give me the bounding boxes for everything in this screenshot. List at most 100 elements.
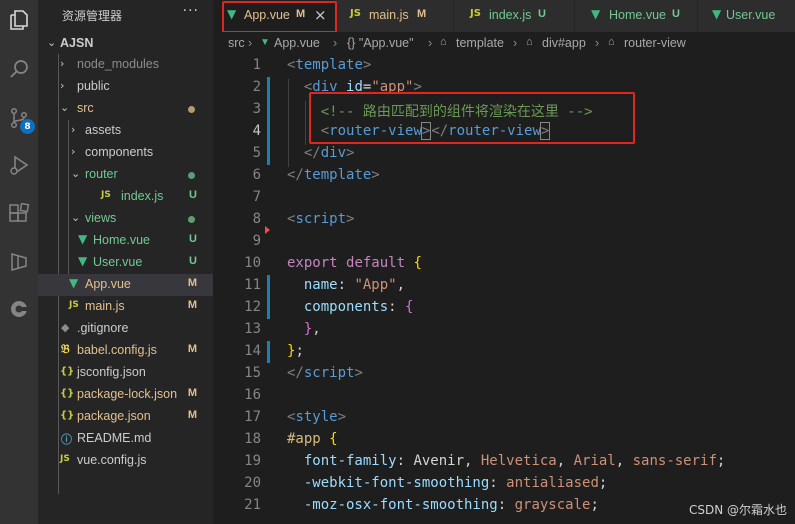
breadcrumb-item[interactable]: {} "App.vue": [347, 36, 414, 50]
git-status-badge: M: [187, 343, 197, 355]
element-icon: ⌂: [608, 36, 615, 48]
code-line: </script>: [287, 365, 363, 381]
line-number: 16: [244, 387, 261, 403]
line-number: 20: [244, 475, 261, 491]
git-status-badge: U: [189, 255, 197, 267]
remote-explorer-icon[interactable]: [7, 250, 31, 274]
tree-item-app-vue[interactable]: ▼ App.vue M: [38, 274, 213, 296]
line-number: 5: [252, 145, 261, 161]
tree-item-index-js[interactable]: JS index.js U: [38, 186, 213, 208]
code-editor[interactable]: 1 2 3 4 5 6 7 8 9 10 11 12 13 14 15 16 1…: [213, 54, 795, 524]
highlight-box-code: [309, 92, 635, 144]
tree-item-jsconfig[interactable]: {} jsconfig.json: [38, 362, 213, 384]
tree-item-label: README.md: [77, 431, 152, 445]
json-icon: {}: [60, 388, 75, 399]
tab-index-js[interactable]: JS index.js U: [454, 0, 575, 32]
tree-item-label: public: [77, 79, 110, 93]
breadcrumb-item[interactable]: div#app: [542, 36, 586, 50]
files-icon[interactable]: [7, 8, 31, 32]
tree-item-label: components: [85, 145, 154, 159]
activity-bar: 8: [0, 0, 38, 524]
js-icon: JS: [101, 190, 111, 200]
tree-item-public[interactable]: › public: [38, 76, 213, 98]
chevron-right-icon: ›: [428, 36, 433, 50]
git-status-badge: M: [187, 387, 197, 399]
tree-item-user-vue[interactable]: ▼ User.vue U: [38, 252, 213, 274]
highlight-box-tab: [222, 1, 337, 33]
tree-item-label: package.json: [77, 409, 151, 423]
tree-item-label: router: [85, 167, 118, 181]
gutter-deleted-marker: [265, 226, 270, 234]
chevron-down-icon: ⌄: [71, 211, 81, 224]
tree-item-gitignore[interactable]: ◆ .gitignore: [38, 318, 213, 340]
tree-item-label: User.vue: [93, 255, 143, 269]
chevron-right-icon: ›: [595, 36, 600, 50]
code-line: <script>: [287, 211, 355, 227]
line-number: 3: [252, 101, 261, 117]
git-status-badge: U: [672, 8, 680, 20]
chevron-down-icon: ⌄: [60, 101, 70, 114]
tree-item-label: babel.config.js: [77, 343, 157, 357]
chevron-down-icon: ⌄: [47, 36, 57, 49]
tree-item-home-vue[interactable]: ▼ Home.vue U: [38, 230, 213, 252]
more-actions-icon[interactable]: ···: [183, 3, 199, 19]
tab-home-vue[interactable]: ▼ Home.vue U: [575, 0, 698, 32]
tab-label: User.vue: [726, 8, 776, 22]
code-line: </div>: [303, 145, 355, 161]
line-number: 17: [244, 409, 261, 425]
git-status-badge: M: [417, 8, 427, 20]
tree-item-views[interactable]: ⌄ views: [38, 208, 213, 230]
element-icon: ⌂: [440, 36, 447, 48]
tree-item-vue-config[interactable]: JS vue.config.js: [38, 450, 213, 472]
tree-item-src[interactable]: ⌄ src: [38, 98, 213, 120]
tree-item-label: jsconfig.json: [77, 365, 146, 379]
explorer-root-folder[interactable]: ⌄ AJSN: [38, 33, 213, 55]
untracked-dot: [188, 216, 195, 223]
line-number: 10: [244, 255, 261, 271]
code-line: },: [303, 321, 321, 337]
tab-user-vue[interactable]: ▼ User.vue: [698, 0, 795, 32]
tree-item-label: .gitignore: [77, 321, 129, 335]
tree-item-components[interactable]: › components: [38, 142, 213, 164]
chevron-down-icon: ⌄: [71, 167, 81, 180]
chevron-right-icon: ›: [60, 57, 65, 70]
tree-item-main-js[interactable]: JS main.js M: [38, 296, 213, 318]
tree-item-router[interactable]: ⌄ router: [38, 164, 213, 186]
vue-icon: ▼: [712, 7, 722, 21]
search-icon[interactable]: [7, 57, 31, 81]
vue-icon: ▼: [591, 7, 601, 21]
tree-item-assets[interactable]: › assets: [38, 120, 213, 142]
element-icon: ⌂: [526, 36, 533, 48]
vue-icon: ▼: [260, 37, 270, 48]
tree-item-readme[interactable]: ⓘ README.md: [38, 428, 213, 450]
docker-icon[interactable]: [7, 297, 31, 321]
chevron-right-icon: ›: [513, 36, 518, 50]
untracked-dot: [188, 172, 195, 179]
git-status-badge: M: [187, 409, 197, 421]
chevron-right-icon: ›: [60, 79, 65, 92]
extensions-icon[interactable]: [7, 202, 31, 226]
git-status-badge: U: [189, 233, 197, 245]
chevron-right-icon: ›: [333, 36, 338, 50]
line-number: 19: [244, 453, 261, 469]
run-debug-icon[interactable]: [7, 153, 31, 177]
tree-item-package-json[interactable]: {} package.json M: [38, 406, 213, 428]
line-number: 8: [252, 211, 261, 227]
gutter-modified-marker: [267, 275, 270, 319]
tab-main-js[interactable]: JS main.js M: [336, 0, 454, 32]
tab-label: Home.vue: [609, 8, 666, 22]
breadcrumb-item[interactable]: router-view: [624, 36, 686, 50]
breadcrumb-item[interactable]: App.vue: [274, 36, 320, 50]
breadcrumb-item[interactable]: template: [456, 36, 504, 50]
breadcrumb-item[interactable]: src: [228, 36, 245, 50]
line-number: 2: [252, 79, 261, 95]
tree-item-node_modules[interactable]: › node_modules: [38, 54, 213, 76]
js-icon: JS: [350, 8, 361, 19]
git-status-badge: M: [187, 277, 197, 289]
tree-item-package-lock[interactable]: {} package-lock.json M: [38, 384, 213, 406]
tree-item-babel-config[interactable]: 𝔅 babel.config.js M: [38, 340, 213, 362]
line-number: 6: [252, 167, 261, 183]
root-folder-label: AJSN: [60, 36, 94, 50]
tree-item-label: package-lock.json: [77, 387, 178, 401]
watermark: CSDN @尔霜水也: [688, 503, 787, 517]
